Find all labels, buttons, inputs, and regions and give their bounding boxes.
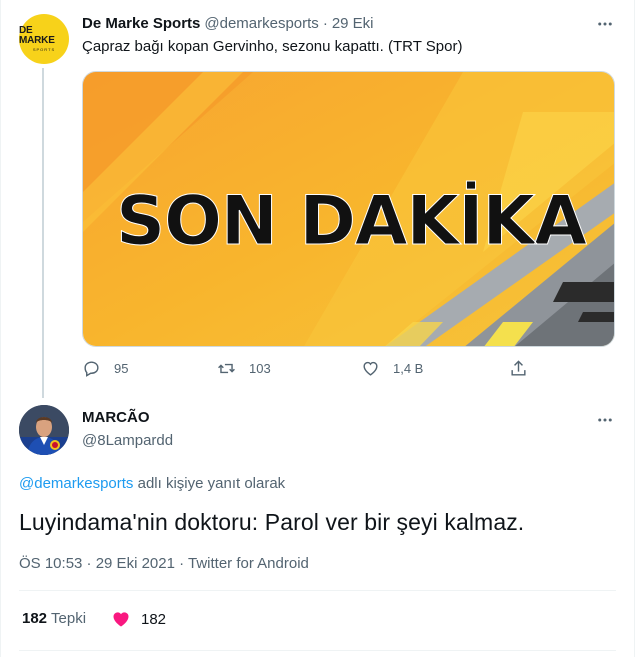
user-handle[interactable]: @demarkesports [204, 15, 318, 32]
heart-icon [113, 612, 129, 627]
like-stat-count: 182 [141, 610, 167, 628]
reply-icon [84, 361, 99, 377]
tweet1-header: De Marke Sports @demarkesports · 29 Eki [82, 15, 374, 32]
more-icon[interactable] [595, 14, 615, 34]
tweet-text: Luyindama'nin doktoru: Parol ver bir şey… [19, 509, 525, 535]
separator-dot: · [322, 15, 328, 32]
thread-connector-line [42, 68, 44, 398]
reply-suffix: adlı kişiye yanıt olarak [133, 475, 286, 492]
tweet-meta-timestamp[interactable]: ÖS 10:53 · 29 Eki 2021 · Twitter for And… [19, 555, 309, 572]
display-name[interactable]: MARCÃO [82, 409, 150, 426]
share-icon [511, 360, 526, 376]
tweet-text: Çapraz bağı kopan Gervinho, sezonu kapat… [82, 38, 463, 55]
more-icon[interactable] [595, 410, 615, 430]
tweet1-action-bar: 95 103 1,4 B [0, 359, 635, 383]
divider [19, 590, 616, 591]
replying-to-line: @demarkesports adlı kişiye yanıt olarak [19, 475, 285, 492]
share-button[interactable] [509, 359, 528, 378]
display-name[interactable]: De Marke Sports [82, 15, 200, 32]
divider [19, 650, 616, 651]
reaction-label: Tepki [51, 610, 87, 627]
avatar-logo-text: DE MARKE [19, 25, 55, 46]
reply-mention-link[interactable]: @demarkesports [19, 475, 133, 492]
media-headline-text: SON DAKİKA [116, 181, 587, 261]
avatar-demarke[interactable]: DE MARKE SPORTS [19, 14, 69, 64]
avatar-marcao[interactable] [19, 405, 69, 455]
tweet-media-image[interactable]: SON DAKİKA [82, 71, 615, 347]
reply-button[interactable]: 95 [82, 359, 128, 378]
like-count: 1,4 B [393, 361, 424, 376]
reaction-count: 182 [22, 610, 48, 627]
retweet-icon [218, 363, 235, 374]
reply-count: 95 [114, 361, 129, 376]
like-button[interactable]: 1,4 B [361, 359, 423, 378]
user-handle[interactable]: @8Lampardd [82, 432, 173, 449]
retweet-button[interactable]: 103 [217, 359, 271, 378]
tweet-date[interactable]: 29 Eki [332, 15, 374, 32]
retweet-count: 103 [249, 361, 271, 376]
like-icon [363, 361, 378, 376]
like-stat[interactable]: 182 [111, 609, 166, 629]
reaction-stats[interactable]: 182 Tepki [22, 610, 86, 627]
avatar-logo-subtext: SPORTS [32, 47, 56, 52]
